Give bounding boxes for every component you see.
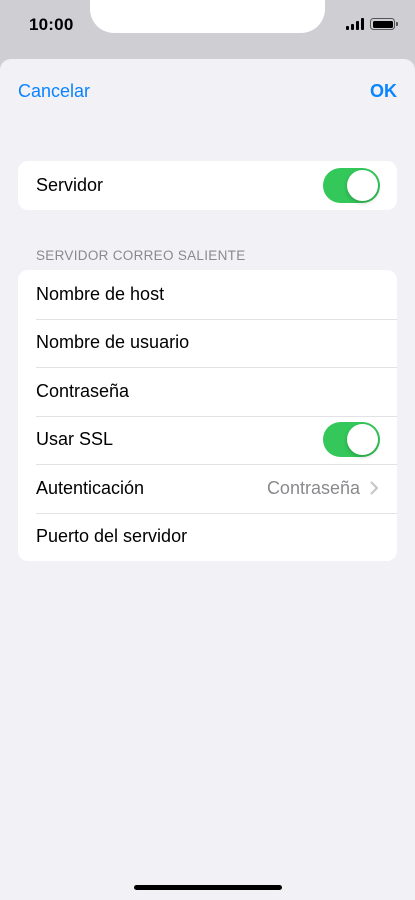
toggle-knob bbox=[347, 424, 378, 456]
status-time: 10:00 bbox=[29, 15, 74, 34]
cellular-signal-icon bbox=[346, 18, 364, 30]
hostname-row[interactable]: Nombre de host bbox=[18, 270, 397, 319]
toggle-knob bbox=[347, 169, 378, 201]
authentication-value: Contraseña bbox=[266, 477, 360, 498]
username-label: Nombre de usuario bbox=[36, 332, 190, 353]
status-icons bbox=[346, 17, 398, 31]
server-group: Servidor bbox=[18, 161, 397, 210]
use-ssl-row: Usar SSL bbox=[18, 415, 397, 465]
server-port-row[interactable]: Puerto del servidor bbox=[18, 512, 397, 562]
use-ssl-toggle[interactable] bbox=[323, 422, 380, 458]
server-row: Servidor bbox=[18, 161, 397, 210]
section-header: SERVIDOR CORREO SALIENTE bbox=[36, 248, 246, 263]
server-port-label: Puerto del servidor bbox=[36, 526, 188, 547]
username-row[interactable]: Nombre de usuario bbox=[18, 318, 397, 368]
notch bbox=[90, 0, 325, 33]
password-row[interactable]: Contraseña bbox=[18, 367, 397, 416]
authentication-row[interactable]: Autenticación Contraseña bbox=[18, 464, 397, 513]
home-indicator bbox=[134, 885, 282, 890]
battery-icon bbox=[370, 18, 398, 30]
server-label: Servidor bbox=[36, 174, 104, 195]
password-label: Contraseña bbox=[36, 380, 130, 401]
server-toggle[interactable] bbox=[323, 167, 380, 203]
status-bar: 10:00 bbox=[0, 0, 415, 58]
chevron-right-icon bbox=[370, 481, 378, 495]
authentication-label: Autenticación bbox=[36, 477, 145, 498]
phone-screen: 10:00 Cancelar OK Servidor SERVIDOR CORR… bbox=[0, 0, 415, 900]
outgoing-server-group: Nombre de host Nombre de usuario Contras… bbox=[18, 270, 397, 561]
cancel-button[interactable]: Cancelar bbox=[18, 81, 90, 102]
nav-bar: Cancelar OK bbox=[0, 59, 415, 123]
ok-button[interactable]: OK bbox=[370, 81, 397, 102]
use-ssl-label: Usar SSL bbox=[36, 429, 114, 450]
hostname-label: Nombre de host bbox=[36, 283, 165, 304]
settings-sheet: Cancelar OK Servidor SERVIDOR CORREO SAL… bbox=[0, 59, 415, 900]
